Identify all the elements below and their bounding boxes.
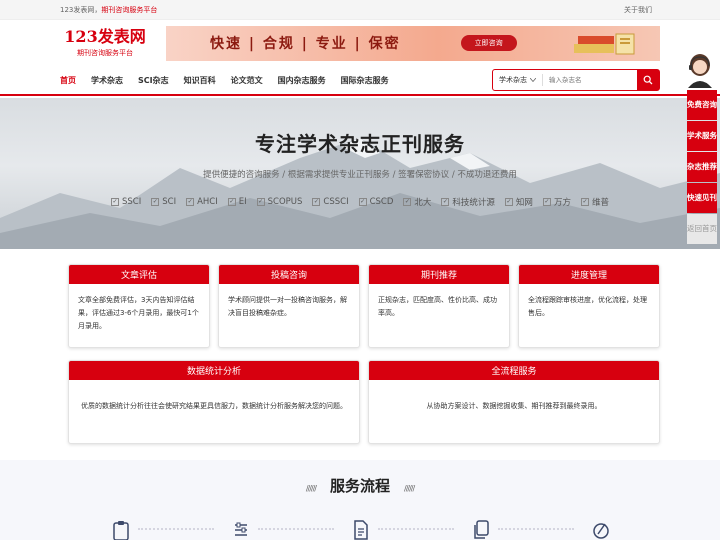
banner-slogan: 快速 | 合规 | 专业 | 保密 bbox=[210, 36, 401, 52]
hero-subtitle: 提供便捷的咨询服务 / 根据需求提供专业正刊服务 / 签署保密协议 / 不成功退… bbox=[203, 170, 517, 180]
back-home-button[interactable]: 返回首页 bbox=[687, 214, 717, 244]
nav-item-academic-journals[interactable]: 学术杂志 bbox=[91, 75, 123, 86]
check-icon: ✓ bbox=[580, 198, 589, 206]
title-decoration: ////// bbox=[404, 484, 415, 493]
journal-recommend-button[interactable]: 杂志推荐 bbox=[687, 152, 717, 182]
search-box: 学术杂志 bbox=[492, 69, 660, 91]
check-icon: ✓ bbox=[312, 198, 321, 206]
flow-title: 服务流程 bbox=[329, 477, 390, 495]
agent-avatar-icon bbox=[688, 54, 712, 88]
check-icon: ✓ bbox=[256, 198, 265, 206]
search-icon bbox=[643, 75, 653, 85]
index-tags: ✓ SSCI ✓ SCI ✓ AHCI ✓ EI ✓ SCOPUS ✓ CSSCI ✓ CSC… bbox=[0, 196, 720, 208]
hero-title: 专注学术杂志正刊服务 bbox=[255, 132, 465, 156]
chevron-down-icon bbox=[530, 78, 536, 82]
logo-subtitle: 期刊咨询服务平台 bbox=[77, 49, 133, 57]
card-body: 学术顾问提供一对一投稿咨询服务，解决盲目投稿难杂症。 bbox=[228, 296, 347, 317]
document-icon bbox=[354, 520, 368, 540]
card-body: 从协助方案设计、数据挖掘收集、期刊推荐到最终录用。 bbox=[426, 402, 602, 410]
service-row: 文章评估 文章全部免费评估，3天内告知评估结果，评估通过3-6个月录用，最快可1… bbox=[68, 264, 660, 348]
header: 123发表网 期刊咨询服务平台 快速 | 合规 | 专业 | 保密 立即咨询 bbox=[0, 20, 720, 66]
card-data-analysis[interactable]: 数据统计分析 优质的数据统计分析往往会使研究结果更具信服力，数据统计分析服务解决… bbox=[68, 360, 360, 444]
index-tag: ✓ AHCI bbox=[186, 197, 218, 207]
service-flow-section: ////// 服务流程 ////// bbox=[0, 460, 720, 540]
site-name: 123发表网 bbox=[60, 5, 95, 14]
step-connector bbox=[378, 528, 454, 530]
check-icon: ✓ bbox=[151, 198, 160, 206]
check-icon: ✓ bbox=[186, 198, 195, 206]
free-consult-button[interactable]: 免费咨询 bbox=[687, 90, 717, 120]
card-body: 优质的数据统计分析往往会使研究结果更具信服力，数据统计分析服务解决您的问题。 bbox=[81, 402, 347, 410]
clipboard-icon bbox=[113, 521, 129, 540]
nav-item-domestic-service[interactable]: 国内杂志服务 bbox=[278, 75, 326, 86]
search-input[interactable] bbox=[543, 76, 631, 84]
check-icon: ✓ bbox=[504, 198, 513, 206]
index-tag: ✓ EI bbox=[227, 197, 247, 207]
section-title: ////// 服务流程 ////// bbox=[0, 475, 720, 496]
index-tag: ✓ SCI bbox=[151, 197, 177, 207]
step-connector bbox=[498, 528, 574, 530]
nav-item-sci-journals[interactable]: SCI杂志 bbox=[138, 75, 169, 86]
customer-service-avatar[interactable] bbox=[680, 50, 720, 90]
step-connector bbox=[138, 528, 214, 530]
index-tag: ✓ CSSCI bbox=[312, 197, 349, 207]
title-decoration: ////// bbox=[305, 484, 317, 493]
fast-publish-button[interactable]: 快速见刊 bbox=[687, 183, 717, 213]
logo-title: 123发表网 bbox=[64, 27, 146, 46]
compass-icon bbox=[593, 523, 609, 539]
card-body: 文章全部免费评估，3天内告知评估结果，评估通过3-6个月录用，最快可1个月录用。 bbox=[78, 296, 199, 330]
hero-section: 专注学术杂志正刊服务 提供便捷的咨询服务 / 根据需求提供专业正刊服务 / 签署… bbox=[0, 98, 720, 249]
copy-document-icon bbox=[474, 520, 489, 539]
consult-now-button[interactable]: 立即咨询 bbox=[460, 35, 517, 51]
card-title: 进度管理 bbox=[519, 265, 659, 284]
index-tag: ✓ SCOPUS bbox=[256, 197, 303, 207]
nav-item-knowledge[interactable]: 知识百科 bbox=[184, 75, 216, 86]
about-us-link[interactable]: 关于我们 bbox=[624, 5, 652, 15]
top-bar: 123发表网，期刊咨询服务平台 关于我们 bbox=[0, 0, 720, 20]
card-title: 数据统计分析 bbox=[69, 361, 359, 380]
card-title: 投稿咨询 bbox=[219, 265, 359, 284]
service-cards: 文章评估 文章全部免费评估，3天内告知评估结果，评估通过3-6个月录用，最快可1… bbox=[68, 264, 660, 456]
top-bar-left: 123发表网，期刊咨询服务平台 bbox=[60, 5, 158, 14]
logo[interactable]: 123发表网 期刊咨询服务平台 bbox=[60, 28, 150, 58]
check-icon: ✓ bbox=[403, 198, 412, 206]
card-title: 全流程服务 bbox=[369, 361, 659, 380]
check-icon: ✓ bbox=[111, 198, 120, 206]
index-tag: ✓ CSCD bbox=[358, 197, 394, 207]
header-banner[interactable]: 快速 | 合规 | 专业 | 保密 立即咨询 bbox=[166, 25, 660, 61]
card-body: 全流程跟踪审核进度，优化流程，处理售后。 bbox=[528, 296, 647, 317]
index-tag: ✓ 知网 bbox=[504, 198, 533, 208]
nav-item-international-service[interactable]: 国际杂志服务 bbox=[341, 75, 389, 86]
index-tag: ✓ 维普 bbox=[580, 198, 609, 208]
search-button[interactable] bbox=[637, 70, 659, 90]
main-nav: 首页 学术杂志 SCI杂志 知识百科 论文范文 国内杂志服务 国际杂志服务 学术… bbox=[0, 66, 720, 96]
card-title: 文章评估 bbox=[69, 265, 209, 284]
index-tag: ✓ 北大 bbox=[403, 198, 432, 208]
search-category-select[interactable]: 学术杂志 bbox=[493, 74, 543, 86]
card-body: 正规杂志，匹配度高、性价比高、成功率高。 bbox=[378, 296, 497, 317]
index-tag: ✓ 科技统计源 bbox=[441, 198, 495, 208]
nav-item-home[interactable]: 首页 bbox=[60, 75, 76, 86]
academic-service-button[interactable]: 学术服务 bbox=[687, 121, 717, 151]
card-title: 期刊推荐 bbox=[369, 265, 509, 284]
card-progress-management[interactable]: 进度管理 全流程跟踪审核进度，优化流程，处理售后。 bbox=[518, 264, 660, 348]
card-full-process-service[interactable]: 全流程服务 从协助方案设计、数据挖掘收集、期刊推荐到最终录用。 bbox=[368, 360, 660, 444]
sliders-icon bbox=[235, 522, 247, 536]
step-connector bbox=[258, 528, 334, 530]
check-icon: ✓ bbox=[358, 198, 367, 206]
card-submission-consulting[interactable]: 投稿咨询 学术顾问提供一对一投稿咨询服务，解决盲目投稿难杂症。 bbox=[218, 264, 360, 348]
card-journal-recommendation[interactable]: 期刊推荐 正规杂志，匹配度高、性价比高、成功率高。 bbox=[368, 264, 510, 348]
floating-sidebar: 免费咨询 学术服务 杂志推荐 快速见刊 返回首页 bbox=[680, 50, 720, 245]
books-illustration-icon bbox=[574, 33, 635, 54]
top-slogan: 期刊咨询服务平台 bbox=[101, 5, 158, 14]
service-row: 数据统计分析 优质的数据统计分析往往会使研究结果更具信服力，数据统计分析服务解决… bbox=[68, 360, 660, 444]
index-tag: ✓ SSCI bbox=[111, 197, 142, 207]
check-icon: ✓ bbox=[441, 198, 450, 206]
card-article-evaluation[interactable]: 文章评估 文章全部免费评估，3天内告知评估结果，评估通过3-6个月录用，最快可1… bbox=[68, 264, 210, 348]
check-icon: ✓ bbox=[227, 198, 236, 206]
index-tag: ✓ 万方 bbox=[542, 198, 571, 208]
nav-item-paper-samples[interactable]: 论文范文 bbox=[231, 75, 263, 86]
check-icon: ✓ bbox=[542, 198, 551, 206]
